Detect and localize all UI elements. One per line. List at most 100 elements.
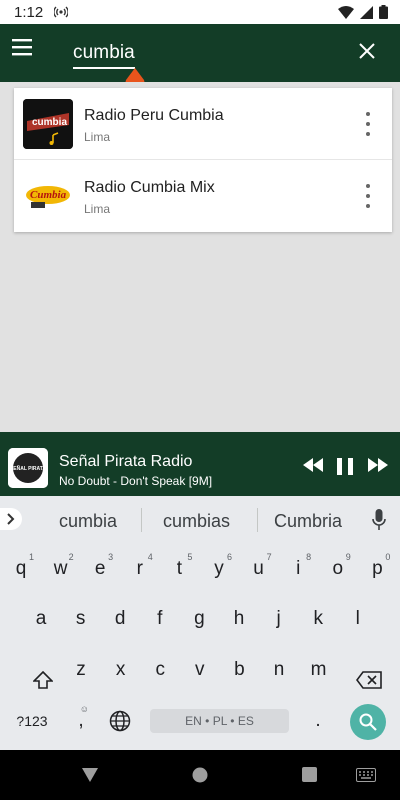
key-c[interactable]: c bbox=[141, 651, 179, 689]
shift-key-icon-container[interactable] bbox=[24, 661, 62, 699]
key-number-hint: 4 bbox=[147, 552, 153, 562]
symbols-key[interactable]: ?123 bbox=[10, 702, 54, 740]
suggestion-divider bbox=[257, 508, 258, 532]
key-l[interactable]: l bbox=[339, 600, 377, 638]
search-key[interactable] bbox=[350, 704, 386, 740]
key-d[interactable]: d bbox=[101, 600, 139, 638]
logo-text: cumbia bbox=[32, 117, 67, 128]
key-v[interactable]: v bbox=[181, 651, 219, 689]
key-r[interactable]: r4 bbox=[121, 550, 159, 588]
key-w[interactable]: w2 bbox=[42, 550, 80, 588]
key-g[interactable]: g bbox=[180, 600, 218, 638]
list-item[interactable]: cumbia Radio Peru Cumbia Lima bbox=[14, 88, 392, 160]
fast-forward-button[interactable] bbox=[368, 458, 388, 477]
key-m[interactable]: m bbox=[300, 651, 338, 689]
battery-icon bbox=[379, 5, 388, 24]
pause-button[interactable] bbox=[337, 458, 355, 480]
suggestion-item[interactable]: cumbia bbox=[59, 511, 117, 532]
suggestion-divider bbox=[141, 508, 142, 532]
recents-button[interactable] bbox=[302, 767, 317, 787]
key-number-hint: 5 bbox=[187, 552, 193, 562]
status-bar: 1:12 bbox=[0, 0, 400, 24]
close-icon bbox=[359, 43, 375, 59]
clear-search-button[interactable] bbox=[358, 42, 380, 64]
comma-key[interactable]: , ☺ bbox=[66, 702, 96, 740]
globe-icon bbox=[109, 710, 131, 732]
station-name: Radio Peru Cumbia bbox=[84, 107, 224, 124]
key-label: r bbox=[136, 558, 143, 579]
key-f[interactable]: f bbox=[141, 600, 179, 638]
search-icon bbox=[359, 713, 377, 731]
key-k[interactable]: k bbox=[299, 600, 337, 638]
microphone-icon bbox=[372, 509, 386, 530]
key-label: u bbox=[253, 558, 264, 579]
chevron-right-icon bbox=[7, 513, 15, 525]
rewind-icon bbox=[303, 458, 323, 472]
key-label: o bbox=[332, 558, 344, 579]
key-a[interactable]: a bbox=[22, 600, 60, 638]
key-number-hint: 9 bbox=[345, 552, 351, 562]
fast-forward-icon bbox=[368, 458, 388, 472]
shift-icon bbox=[33, 671, 53, 689]
key-label: e bbox=[94, 558, 106, 579]
keyboard-suggestion-bar: cumbia cumbias Cumbria bbox=[0, 496, 400, 544]
key-b[interactable]: b bbox=[220, 651, 258, 689]
station-city: Lima bbox=[84, 130, 111, 144]
key-label: t bbox=[176, 558, 183, 579]
home-circle-icon bbox=[192, 767, 208, 783]
search-input[interactable]: cumbia bbox=[73, 42, 135, 64]
expand-toolbar-button[interactable] bbox=[0, 508, 22, 530]
hotspot-icon bbox=[53, 5, 69, 24]
results-card: cumbia Radio Peru Cumbia Lima Cumbia Rad… bbox=[14, 88, 392, 232]
status-time: 1:12 bbox=[14, 4, 44, 21]
key-s[interactable]: s bbox=[62, 600, 100, 638]
station-logo: cumbia bbox=[23, 99, 73, 149]
key-q[interactable]: q1 bbox=[2, 550, 40, 588]
keyboard-switcher-button[interactable] bbox=[356, 768, 376, 787]
list-item[interactable]: Cumbia Radio Cumbia Mix Lima bbox=[14, 160, 392, 232]
station-city: Lima bbox=[84, 202, 111, 216]
home-button[interactable] bbox=[192, 767, 208, 788]
back-button[interactable] bbox=[81, 767, 99, 788]
key-p[interactable]: p0 bbox=[358, 550, 396, 588]
key-number-hint: 3 bbox=[108, 552, 114, 562]
key-o[interactable]: o9 bbox=[319, 550, 357, 588]
menu-button[interactable] bbox=[12, 38, 44, 68]
key-x[interactable]: x bbox=[102, 651, 140, 689]
player-logo-text: SEÑAL PIRATA bbox=[10, 465, 47, 472]
key-j[interactable]: j bbox=[260, 600, 298, 638]
microphone-button[interactable] bbox=[372, 509, 386, 536]
key-i[interactable]: i8 bbox=[279, 550, 317, 588]
more-options-button[interactable] bbox=[358, 184, 378, 208]
key-number-hint: 6 bbox=[226, 552, 232, 562]
key-number-hint: 0 bbox=[385, 552, 391, 562]
key-label: w bbox=[53, 558, 68, 579]
key-u[interactable]: u7 bbox=[240, 550, 278, 588]
key-label: q bbox=[15, 558, 27, 579]
key-label: y bbox=[214, 558, 224, 579]
suggestion-item[interactable]: cumbias bbox=[163, 511, 230, 532]
language-key[interactable] bbox=[105, 702, 135, 740]
key-n[interactable]: n bbox=[260, 651, 298, 689]
mini-player[interactable]: SEÑAL PIRATA Señal Pirata Radio No Doubt… bbox=[0, 432, 400, 496]
rewind-button[interactable] bbox=[303, 458, 323, 477]
key-number-hint: 2 bbox=[68, 552, 74, 562]
key-y[interactable]: y6 bbox=[200, 550, 238, 588]
key-number-hint: 8 bbox=[306, 552, 312, 562]
key-h[interactable]: h bbox=[220, 600, 258, 638]
key-number-hint: 1 bbox=[28, 552, 34, 562]
wifi-icon bbox=[338, 5, 354, 24]
backspace-key[interactable] bbox=[350, 661, 388, 699]
search-toolbar: cumbia bbox=[0, 24, 400, 93]
key-t[interactable]: t5 bbox=[160, 550, 198, 588]
key-number-hint: 7 bbox=[266, 552, 272, 562]
logo-text: Cumbia bbox=[30, 189, 67, 201]
period-key[interactable]: . bbox=[303, 702, 333, 740]
key-z[interactable]: z bbox=[62, 651, 100, 689]
suggestion-item[interactable]: Cumbria bbox=[274, 511, 342, 532]
more-options-button[interactable] bbox=[358, 112, 378, 136]
key-e[interactable]: e3 bbox=[81, 550, 119, 588]
player-now-playing: No Doubt - Don't Speak [9M] bbox=[59, 474, 213, 488]
hamburger-icon bbox=[12, 39, 32, 56]
space-key[interactable]: EN • PL • ES bbox=[150, 709, 289, 733]
